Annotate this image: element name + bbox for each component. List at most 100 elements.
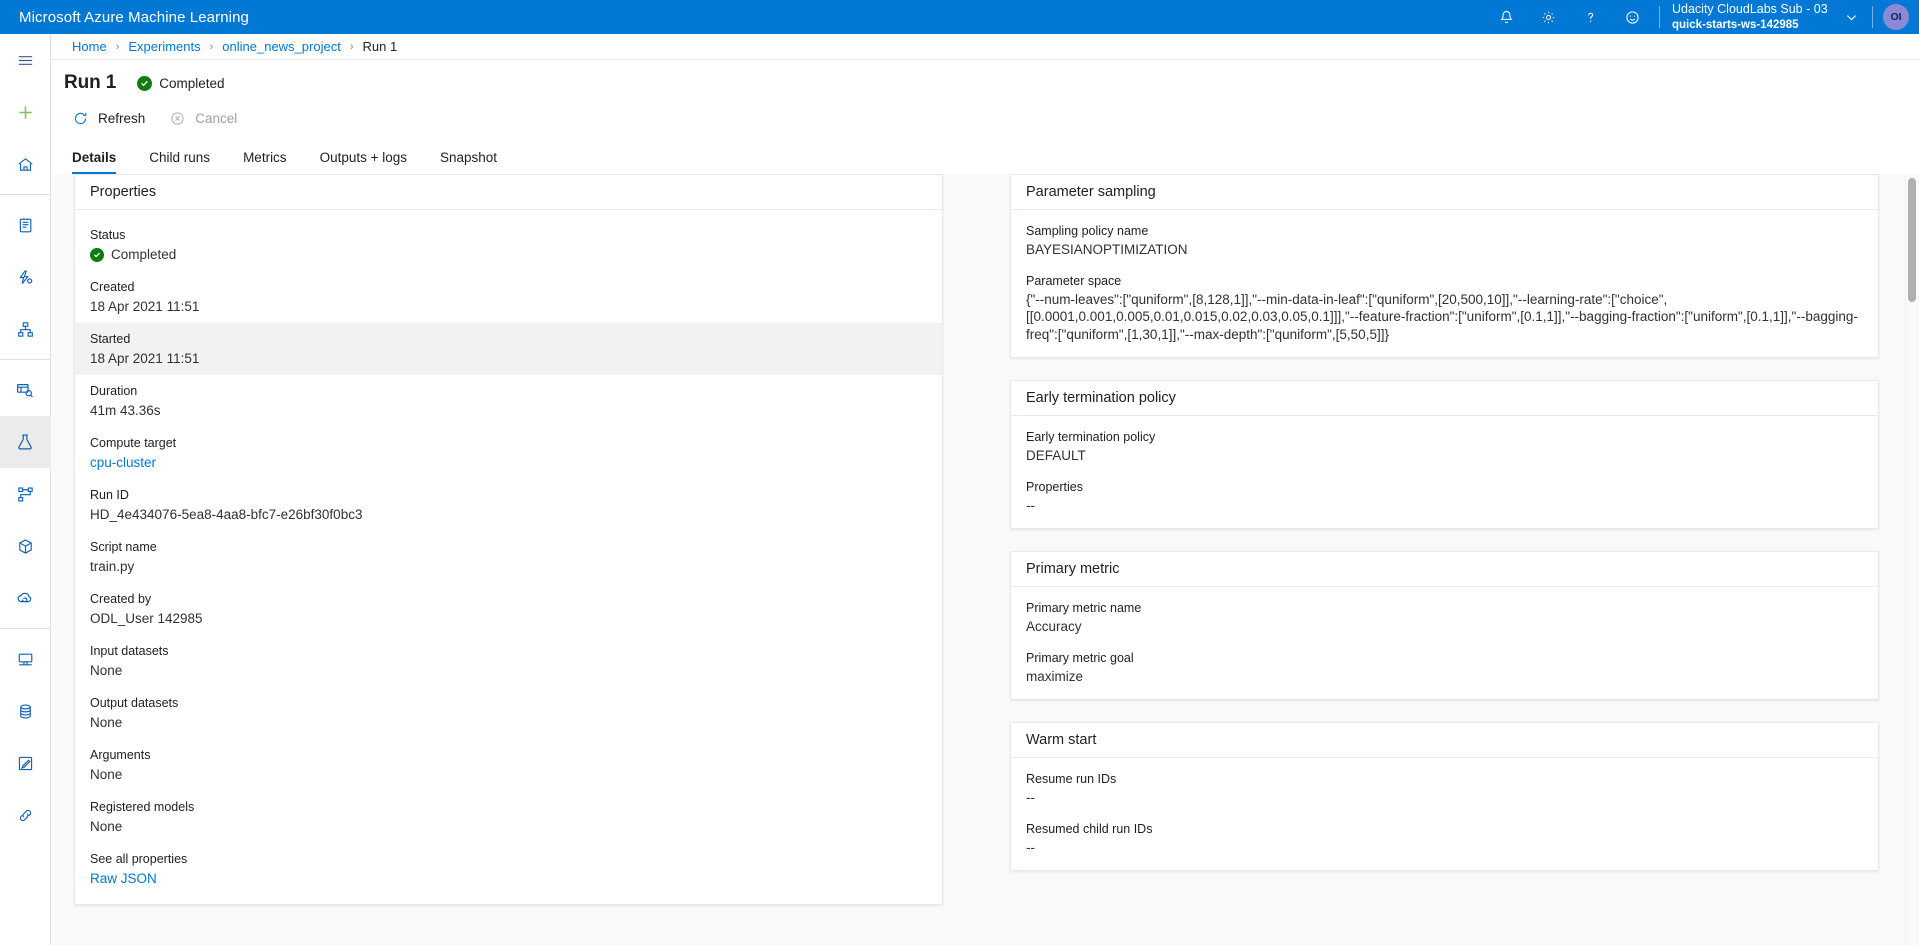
property-row-see-all-properties: See all properties Raw JSON bbox=[75, 843, 942, 895]
field-label: Sampling policy name bbox=[1026, 224, 1149, 238]
primary-metric-body: Primary metric name Accuracy Primary met… bbox=[1011, 587, 1878, 699]
field-value: DEFAULT bbox=[1026, 448, 1086, 463]
help-question-icon[interactable] bbox=[1569, 0, 1611, 34]
property-row-run-id: Run ID HD_4e434076-5ea8-4aa8-bfc7-e26bf3… bbox=[75, 479, 942, 531]
designer-icon[interactable] bbox=[0, 303, 51, 355]
property-value: train.py bbox=[90, 559, 135, 574]
property-key: Status bbox=[90, 228, 126, 242]
property-row-created: Created 18 Apr 2021 11:51 bbox=[75, 271, 942, 323]
warm-start-title: Warm start bbox=[1011, 723, 1878, 758]
property-key: See all properties bbox=[90, 852, 188, 866]
gear-icon[interactable] bbox=[1527, 0, 1569, 34]
hamburger-menu-icon[interactable] bbox=[0, 34, 51, 86]
field-label: Properties bbox=[1026, 479, 1083, 494]
warm-start-body: Resume run IDs -- Resumed child run IDs … bbox=[1011, 758, 1878, 870]
notification-bell-icon[interactable] bbox=[1485, 0, 1527, 34]
field-label: Parameter space bbox=[1026, 273, 1122, 288]
property-key: Run ID bbox=[90, 488, 129, 502]
property-row-output-datasets: Output datasets None bbox=[75, 687, 942, 739]
property-key: Created by bbox=[90, 592, 152, 606]
tab-snapshot[interactable]: Snapshot bbox=[440, 150, 497, 174]
property-row-duration: Duration 41m 43.36s bbox=[75, 375, 942, 427]
field-value: -- bbox=[1026, 497, 1035, 513]
automated-ml-icon[interactable] bbox=[0, 251, 51, 303]
status-badge: Completed bbox=[137, 75, 225, 91]
refresh-button[interactable]: Refresh bbox=[72, 105, 145, 131]
new-plus-icon[interactable] bbox=[0, 86, 51, 138]
datastores-icon[interactable] bbox=[0, 685, 51, 737]
breadcrumb-item-online-news-project[interactable]: online_news_project bbox=[222, 39, 341, 54]
field-label: Primary metric goal bbox=[1026, 650, 1134, 665]
notebooks-icon[interactable] bbox=[0, 199, 51, 251]
home-icon[interactable] bbox=[0, 138, 51, 190]
pipelines-icon[interactable] bbox=[0, 468, 51, 520]
compute-monitor-icon[interactable] bbox=[0, 633, 51, 685]
left-nav-rail bbox=[0, 34, 51, 945]
rail-divider-3 bbox=[0, 628, 51, 629]
breadcrumb-item-experiments[interactable]: Experiments bbox=[128, 39, 200, 54]
field-early-termination-policy: Early termination policy DEFAULT bbox=[1026, 428, 1863, 465]
properties-card: Properties Status Completed Created 18 A… bbox=[74, 174, 943, 905]
field-label: Resume run IDs bbox=[1026, 772, 1117, 786]
property-value: None bbox=[90, 819, 123, 834]
property-key: Started bbox=[90, 332, 131, 346]
tab-child-runs[interactable]: Child runs bbox=[149, 150, 210, 174]
field-primary-metric-name: Primary metric name Accuracy bbox=[1026, 599, 1863, 636]
right-column: Parameter sampling Sampling policy name … bbox=[1010, 174, 1879, 893]
account-subscription-block[interactable]: Udacity CloudLabs Sub - 03 quick-starts-… bbox=[1666, 2, 1836, 32]
property-key: Arguments bbox=[90, 748, 151, 762]
endpoints-cloud-icon[interactable] bbox=[0, 572, 51, 624]
field-value: -- bbox=[1026, 790, 1035, 805]
cancel-button[interactable]: Cancel bbox=[169, 105, 237, 131]
property-value: None bbox=[90, 663, 123, 678]
avatar[interactable]: OI bbox=[1883, 4, 1909, 30]
breadcrumb-item-home[interactable]: Home bbox=[72, 39, 107, 54]
warm-start-card: Warm start Resume run IDs -- Resumed chi… bbox=[1010, 722, 1879, 871]
tab-metrics[interactable]: Metrics bbox=[243, 150, 287, 174]
property-row-script-name: Script name train.py bbox=[75, 531, 942, 583]
linked-services-icon[interactable] bbox=[0, 789, 51, 841]
title-row: Run 1 Completed bbox=[51, 60, 1919, 94]
models-cube-icon[interactable] bbox=[0, 520, 51, 572]
property-key: Output datasets bbox=[90, 696, 179, 710]
property-value: None bbox=[90, 715, 123, 730]
field-value: {"--num-leaves":["quniform",[8,128,1]],"… bbox=[1026, 291, 1858, 342]
subscription-name: Udacity CloudLabs Sub - 03 bbox=[1672, 2, 1828, 16]
tab-details[interactable]: Details bbox=[72, 150, 117, 174]
property-row-registered-models: Registered models None bbox=[75, 791, 942, 843]
field-label: Early termination policy bbox=[1026, 430, 1156, 444]
property-row-compute-target: Compute target cpu-cluster bbox=[75, 427, 942, 479]
rail-divider-1 bbox=[0, 194, 51, 195]
topbar-divider bbox=[1659, 6, 1660, 28]
top-app-bar: Microsoft Azure Machine Learning Udacity… bbox=[0, 0, 1919, 34]
compute-target-link[interactable]: cpu-cluster bbox=[90, 453, 927, 472]
raw-json-link[interactable]: Raw JSON bbox=[90, 869, 927, 888]
feedback-smiley-icon[interactable] bbox=[1611, 0, 1653, 34]
status-text: Completed bbox=[159, 75, 225, 91]
page-title: Run 1 bbox=[64, 72, 117, 93]
parameter-sampling-card: Parameter sampling Sampling policy name … bbox=[1010, 174, 1879, 358]
tab-outputs-logs[interactable]: Outputs + logs bbox=[320, 150, 407, 174]
scrollbar-thumb[interactable] bbox=[1907, 178, 1916, 302]
property-row-created-by: Created by ODL_User 142985 bbox=[75, 583, 942, 635]
experiments-flask-icon[interactable] bbox=[0, 416, 51, 468]
breadcrumb-separator: › bbox=[209, 40, 214, 53]
topbar-actions: Udacity CloudLabs Sub - 03 quick-starts-… bbox=[1485, 0, 1919, 34]
data-labeling-icon[interactable] bbox=[0, 737, 51, 789]
field-sampling-policy-name: Sampling policy name BAYESIANOPTIMIZATIO… bbox=[1026, 222, 1863, 259]
chevron-down-icon[interactable] bbox=[1836, 0, 1866, 34]
vertical-scrollbar[interactable] bbox=[1905, 174, 1916, 945]
datasets-icon[interactable] bbox=[0, 364, 51, 416]
field-value: -- bbox=[1026, 839, 1035, 855]
field-value: BAYESIANOPTIMIZATION bbox=[1026, 242, 1188, 257]
topbar-divider-2 bbox=[1872, 6, 1873, 28]
property-value: HD_4e434076-5ea8-4aa8-bfc7-e26bf30f0bc3 bbox=[90, 507, 363, 522]
refresh-label: Refresh bbox=[98, 110, 146, 126]
tab-bar: Details Child runs Metrics Outputs + log… bbox=[51, 138, 1919, 174]
property-row-started: Started 18 Apr 2021 11:51 bbox=[75, 323, 942, 375]
property-row-arguments: Arguments None bbox=[75, 739, 942, 791]
property-key: Input datasets bbox=[90, 644, 169, 658]
property-key: Created bbox=[90, 280, 135, 294]
properties-list: Status Completed Created 18 Apr 2021 11:… bbox=[75, 210, 942, 904]
property-value: 18 Apr 2021 11:51 bbox=[90, 351, 200, 366]
